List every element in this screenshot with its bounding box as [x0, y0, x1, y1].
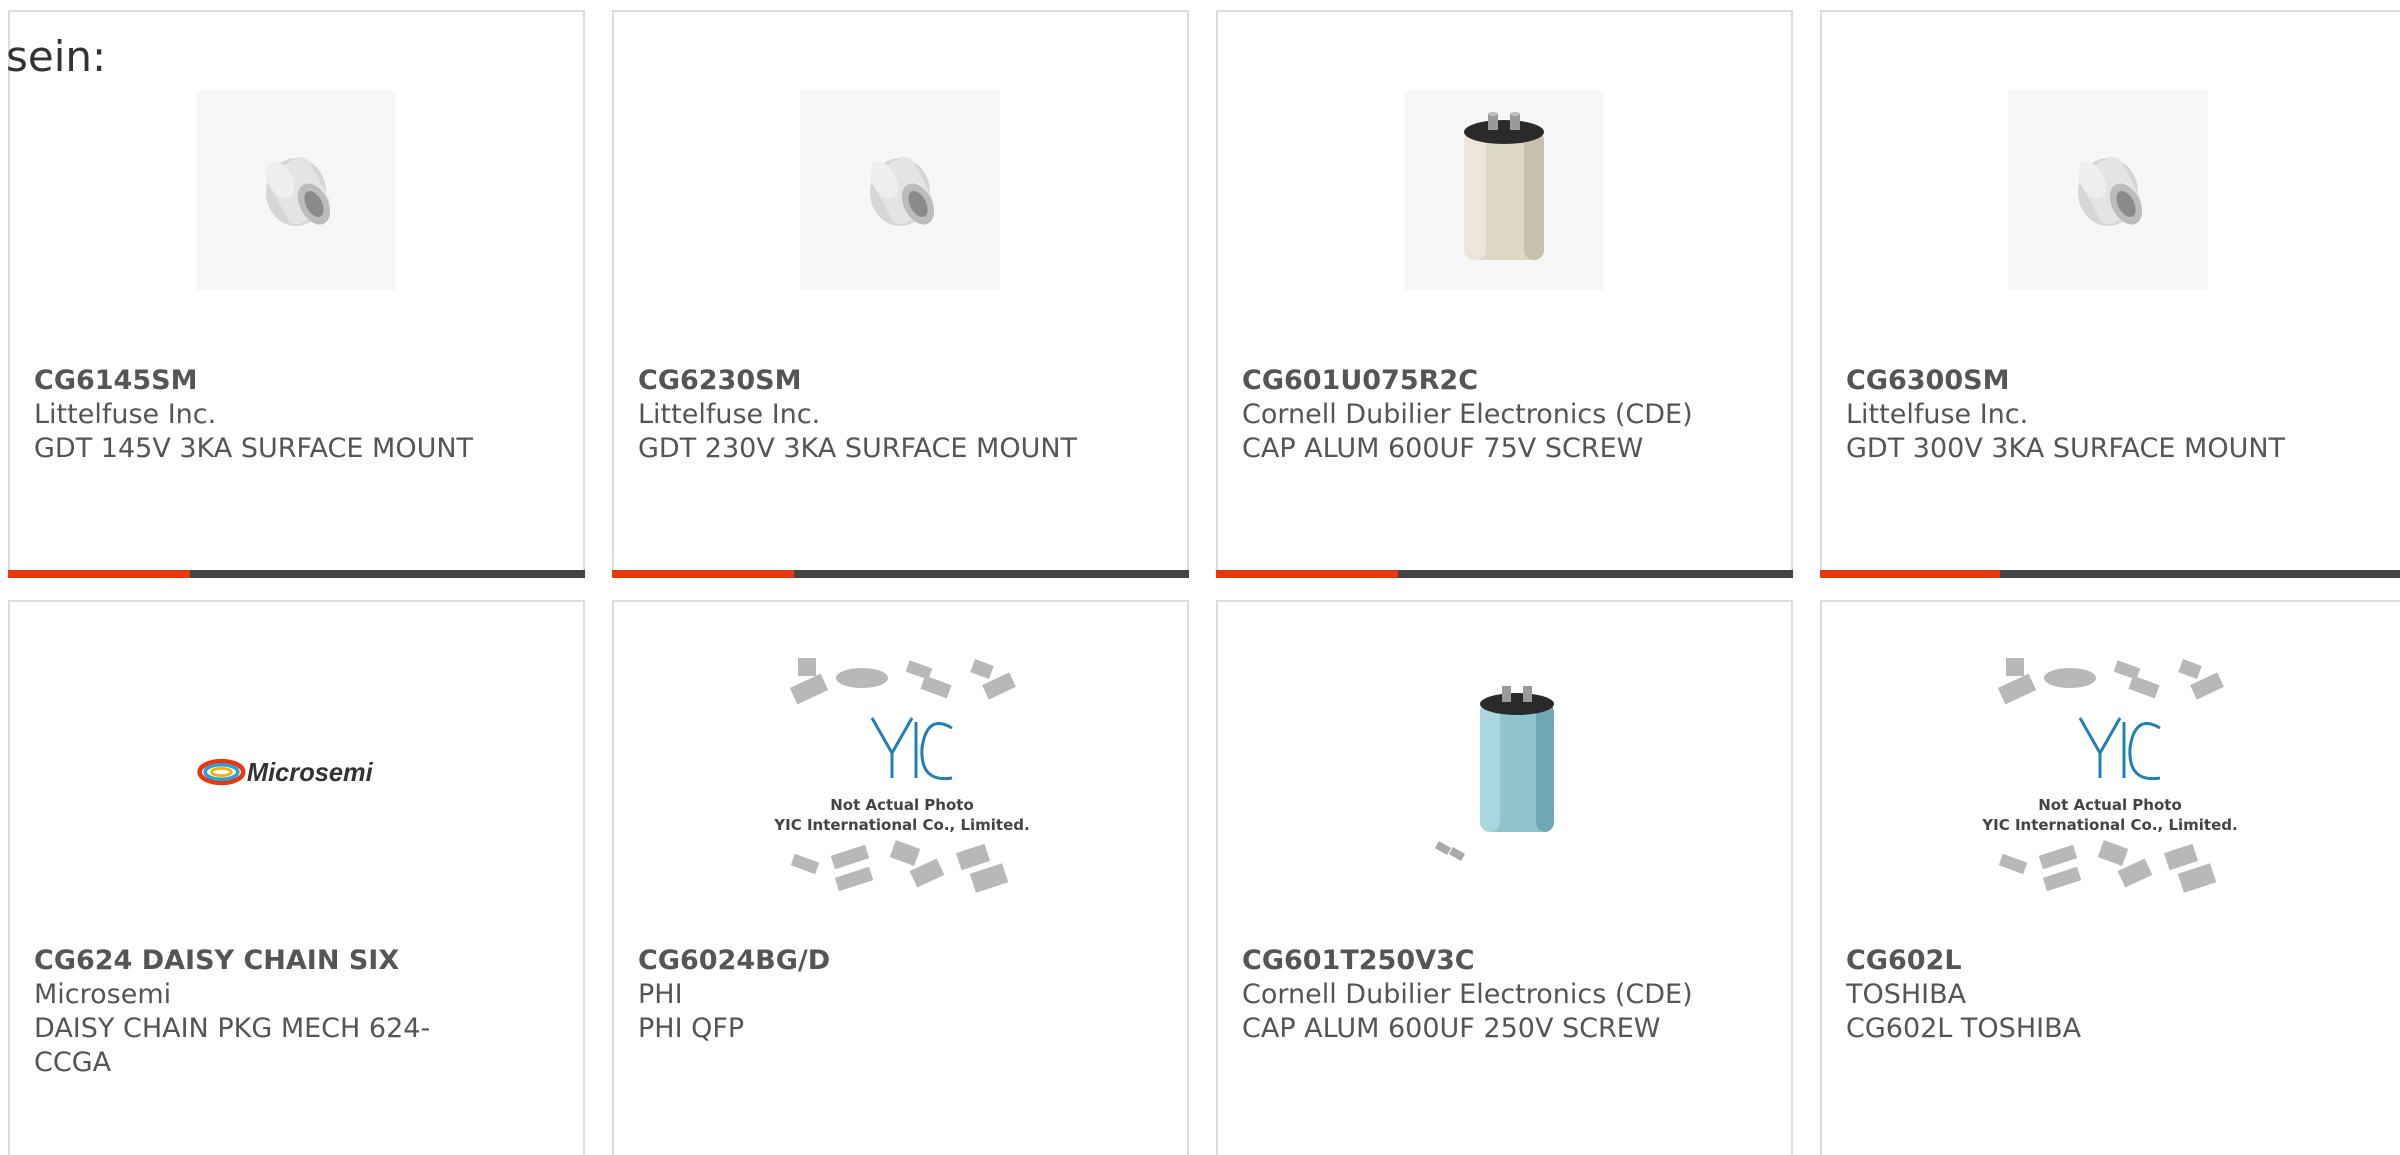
- product-card[interactable]: Not Actual Photo YIC International Co., …: [1820, 600, 2400, 1155]
- description: CG602L TOSHIBA: [1846, 1013, 2082, 1044]
- manufacturer: Cornell Dubilier Electronics (CDE): [1242, 979, 1693, 1010]
- product-info: CG624 DAISY CHAIN SIX Microsemi DAISY CH…: [34, 944, 554, 1080]
- progress-fill: [8, 570, 190, 578]
- manufacturer: Cornell Dubilier Electronics (CDE): [1242, 399, 1693, 430]
- part-number[interactable]: CG624 DAISY CHAIN SIX: [34, 944, 554, 978]
- capacitor-image: [1404, 672, 1604, 872]
- placeholder-line1: Not Actual Photo: [830, 796, 974, 814]
- part-number[interactable]: CG601T250V3C: [1242, 944, 1762, 978]
- product-info: CG601U075R2C Cornell Dubilier Electronic…: [1242, 364, 1762, 466]
- part-number[interactable]: CG602L: [1846, 944, 2366, 978]
- description: GDT 300V 3KA SURFACE MOUNT: [1846, 433, 2286, 464]
- manufacturer: Microsemi: [34, 979, 172, 1010]
- product-info: CG6024BG/D PHI PHI QFP: [638, 944, 1158, 1046]
- product-card[interactable]: Not Actual Photo YIC International Co., …: [612, 600, 1189, 1155]
- progress-fill: [612, 570, 794, 578]
- part-number[interactable]: CG6230SM: [638, 364, 1158, 398]
- manufacturer: Littelfuse Inc.: [638, 399, 821, 430]
- microsemi-logo: Microsemi: [196, 672, 396, 872]
- manufacturer: Littelfuse Inc.: [34, 399, 217, 430]
- product-info: CG601T250V3C Cornell Dubilier Electronic…: [1242, 944, 1762, 1046]
- progress-bar: [612, 570, 1189, 578]
- description: CAP ALUM 600UF 75V SCREW: [1242, 433, 1644, 464]
- placeholder-line1: Not Actual Photo: [2038, 796, 2182, 814]
- description: GDT 145V 3KA SURFACE MOUNT: [34, 433, 474, 464]
- part-number[interactable]: CG6024BG/D: [638, 944, 1158, 978]
- product-card[interactable]: CG6230SM Littelfuse Inc. GDT 230V 3KA SU…: [612, 10, 1189, 578]
- progress-bar: [1820, 570, 2400, 578]
- intro-text: sein:: [6, 32, 107, 81]
- placeholder-line2: YIC International Co., Limited.: [773, 816, 1029, 834]
- product-grid-page: sein: CG6145SM Littelfuse Inc. GDT 145V …: [0, 0, 2400, 1155]
- gas-discharge-tube-image: [196, 90, 396, 290]
- description: CAP ALUM 600UF 250V SCREW: [1242, 1013, 1661, 1044]
- progress-bar: [8, 570, 585, 578]
- part-number[interactable]: CG6145SM: [34, 364, 554, 398]
- placeholder-chips-image: Not Actual Photo YIC International Co., …: [1970, 658, 2250, 893]
- progress-bar: [1216, 570, 1793, 578]
- product-info: CG602L TOSHIBA CG602L TOSHIBA: [1846, 944, 2366, 1046]
- capacitor-image: [1404, 90, 1604, 290]
- manufacturer: Littelfuse Inc.: [1846, 399, 2029, 430]
- progress-fill: [1820, 570, 2001, 578]
- product-info: CG6145SM Littelfuse Inc. GDT 145V 3KA SU…: [34, 364, 554, 466]
- placeholder-chips-image: Not Actual Photo YIC International Co., …: [762, 658, 1042, 893]
- description: GDT 230V 3KA SURFACE MOUNT: [638, 433, 1078, 464]
- product-card[interactable]: Microsemi CG624 DAISY CHAIN SIX Microsem…: [8, 600, 585, 1155]
- description: PHI QFP: [638, 1013, 745, 1044]
- product-info: CG6300SM Littelfuse Inc. GDT 300V 3KA SU…: [1846, 364, 2366, 466]
- description: DAISY CHAIN PKG MECH 624-CCGA: [34, 1013, 431, 1078]
- part-number[interactable]: CG6300SM: [1846, 364, 2366, 398]
- placeholder-line2: YIC International Co., Limited.: [1981, 816, 2237, 834]
- product-card[interactable]: CG6300SM Littelfuse Inc. GDT 300V 3KA SU…: [1820, 10, 2400, 578]
- product-card[interactable]: CG6145SM Littelfuse Inc. GDT 145V 3KA SU…: [8, 10, 585, 578]
- gas-discharge-tube-image: [2008, 90, 2208, 290]
- product-card[interactable]: CG601U075R2C Cornell Dubilier Electronic…: [1216, 10, 1793, 578]
- manufacturer: TOSHIBA: [1846, 979, 1967, 1010]
- product-card[interactable]: CG601T250V3C Cornell Dubilier Electronic…: [1216, 600, 1793, 1155]
- progress-fill: [1216, 570, 1398, 578]
- manufacturer: PHI: [638, 979, 683, 1010]
- product-info: CG6230SM Littelfuse Inc. GDT 230V 3KA SU…: [638, 364, 1158, 466]
- part-number[interactable]: CG601U075R2C: [1242, 364, 1762, 398]
- gas-discharge-tube-image: [800, 90, 1000, 290]
- logo-text: Microsemi: [247, 759, 374, 787]
